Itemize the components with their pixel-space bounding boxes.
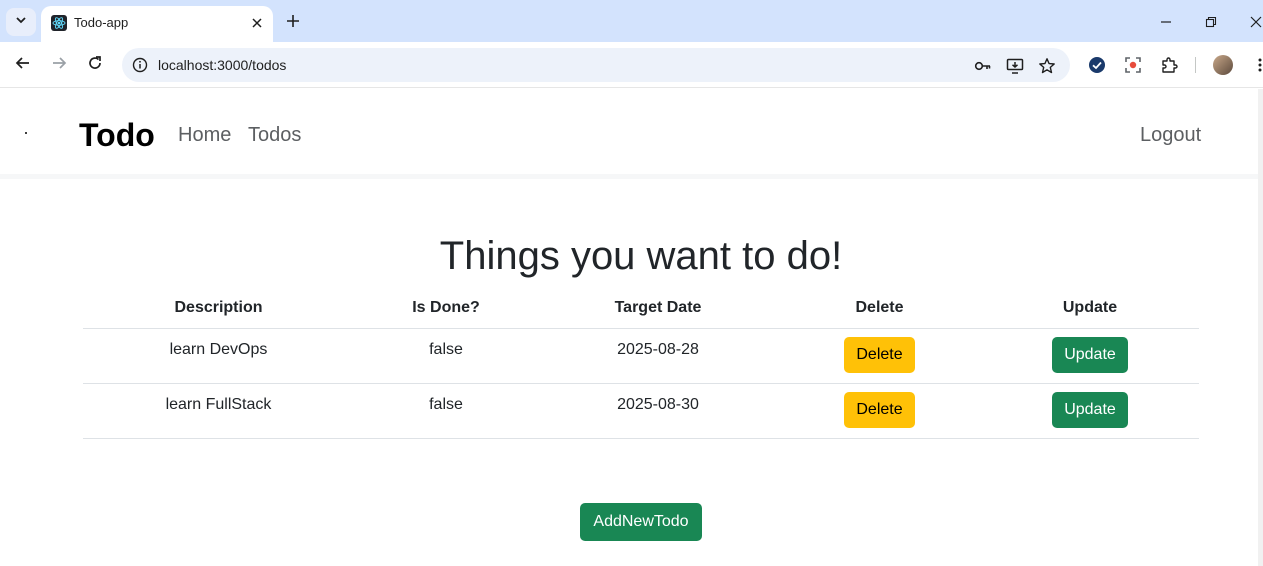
update-cell: Update [981, 328, 1199, 384]
nav-link-todos[interactable]: Todos [248, 124, 301, 147]
tab-search-button[interactable] [6, 8, 36, 36]
column-header-delete: Delete [778, 294, 981, 329]
reload-button[interactable] [84, 54, 106, 76]
extension-check-icon[interactable] [1087, 55, 1107, 75]
close-tab-icon[interactable] [247, 13, 267, 33]
delete-cell: Delete [778, 328, 981, 384]
restore-window-button[interactable] [1201, 12, 1221, 32]
navbar-brand[interactable]: Todo [79, 117, 155, 154]
todo-target-date: 2025-08-28 [538, 328, 778, 384]
close-window-button[interactable] [1246, 12, 1263, 32]
app-navbar: Todo Home Todos Logout [0, 89, 1258, 179]
more-menu-icon[interactable] [1250, 55, 1263, 75]
column-header-update: Update [981, 294, 1199, 329]
bookmark-star-icon[interactable] [1037, 56, 1057, 76]
plus-icon [286, 14, 300, 33]
url-text[interactable]: localhost:3000/todos [158, 57, 286, 73]
browser-tabstrip: Todo-app [0, 0, 1263, 42]
delete-button[interactable]: Delete [844, 336, 915, 373]
reload-icon [87, 55, 103, 76]
add-new-todo-button[interactable]: AddNewTodo [580, 503, 702, 541]
arrow-left-icon [15, 55, 31, 76]
delete-cell: Delete [778, 383, 981, 439]
logout-link[interactable]: Logout [1140, 124, 1201, 147]
update-button[interactable]: Update [1052, 391, 1128, 428]
scrollbar[interactable] [1258, 89, 1263, 566]
arrow-right-icon [51, 55, 67, 76]
column-header-description: Description [83, 294, 354, 329]
site-info-icon[interactable] [131, 56, 149, 74]
extensions-puzzle-icon[interactable] [1159, 55, 1179, 75]
chevron-down-icon [15, 13, 27, 31]
page-viewport: Todo Home Todos Logout Things you want t… [0, 89, 1258, 566]
column-header-target-date: Target Date [538, 294, 778, 329]
back-button[interactable] [12, 54, 34, 76]
delete-button[interactable]: Delete [844, 391, 915, 428]
table-header-row: Description Is Done? Target Date Delete … [83, 294, 1199, 329]
nav-dot [25, 132, 27, 134]
todos-table: Description Is Done? Target Date Delete … [83, 294, 1199, 439]
todo-is-done: false [354, 328, 538, 384]
browser-tab-active[interactable]: Todo-app [41, 6, 273, 42]
profile-avatar[interactable] [1213, 55, 1233, 75]
browser-toolbar: localhost:3000/todos [0, 42, 1263, 88]
react-favicon-icon [51, 15, 67, 31]
screen-record-icon[interactable] [1123, 55, 1143, 75]
todo-description: learn DevOps [83, 328, 354, 384]
update-button[interactable]: Update [1052, 336, 1128, 373]
todo-description: learn FullStack [83, 383, 354, 439]
nav-link-home[interactable]: Home [178, 124, 231, 147]
address-bar[interactable]: localhost:3000/todos [122, 48, 1070, 82]
toolbar-separator [1195, 57, 1196, 73]
todo-is-done: false [354, 383, 538, 439]
new-tab-button[interactable] [282, 12, 304, 34]
page-title: Things you want to do! [439, 234, 843, 278]
password-key-icon[interactable] [973, 56, 993, 76]
table-row: learn DevOps false 2025-08-28 Delete Upd… [83, 328, 1199, 384]
column-header-is-done: Is Done? [354, 294, 538, 329]
table-row: learn FullStack false 2025-08-30 Delete … [83, 383, 1199, 439]
forward-button[interactable] [48, 54, 70, 76]
todo-target-date: 2025-08-30 [538, 383, 778, 439]
tab-title: Todo-app [74, 15, 129, 30]
update-cell: Update [981, 383, 1199, 439]
minimize-window-button[interactable] [1156, 12, 1176, 32]
install-app-icon[interactable] [1005, 56, 1025, 76]
